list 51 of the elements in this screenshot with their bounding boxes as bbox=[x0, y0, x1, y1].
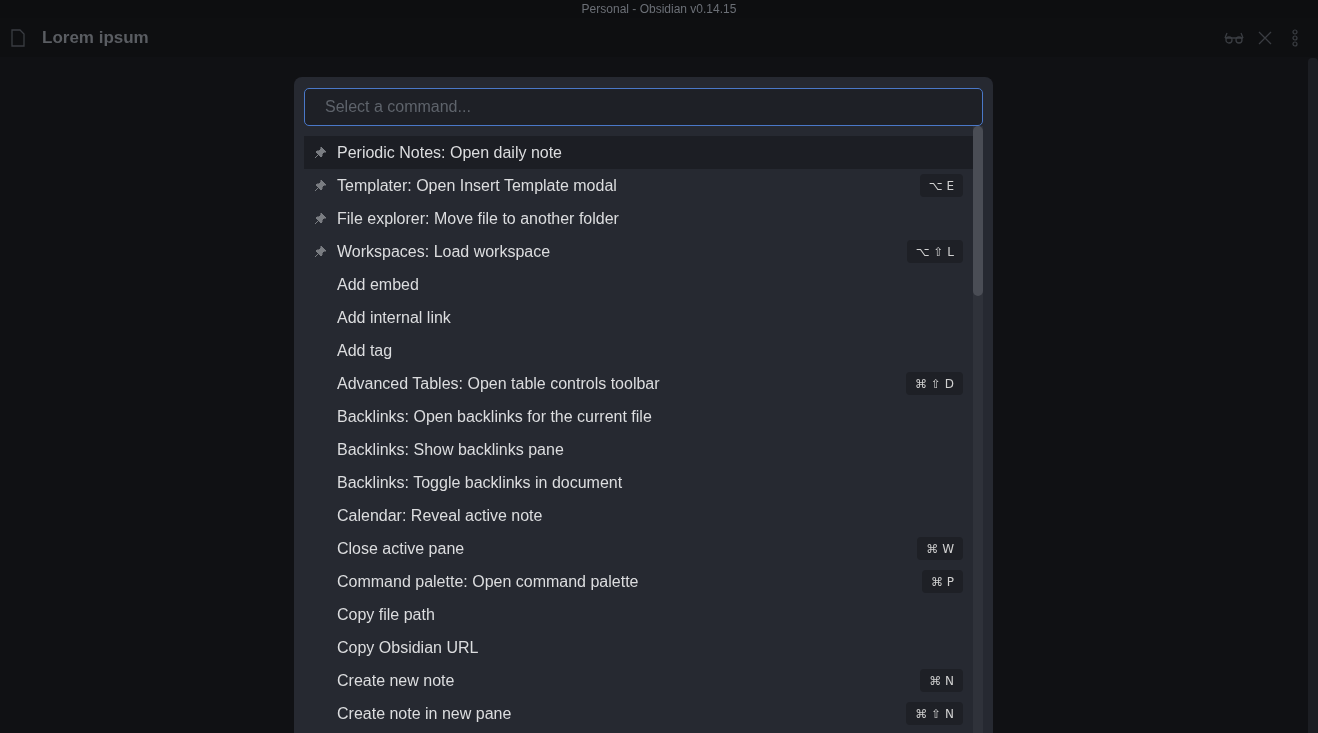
command-item[interactable]: Close active pane ⌘ W bbox=[304, 532, 973, 565]
file-icon bbox=[10, 28, 26, 47]
command-label: Backlinks: Open backlinks for the current file bbox=[337, 406, 653, 427]
command-item[interactable]: Calendar: Reveal active note bbox=[304, 499, 973, 532]
command-label: Copy file path bbox=[337, 604, 436, 625]
command-label: Backlinks: Show backlinks pane bbox=[337, 439, 565, 460]
command-item[interactable]: File explorer: Move file to another folder bbox=[304, 202, 973, 235]
hotkey: ⌥ E bbox=[919, 174, 963, 197]
command-label: Workspaces: Load workspace bbox=[337, 241, 552, 262]
command-item[interactable]: Command palette: Open command palette ⌘ P bbox=[304, 565, 973, 598]
window-title: Personal - Obsidian v0.14.15 bbox=[581, 3, 737, 15]
hotkey: ⌘ P bbox=[921, 570, 963, 593]
command-label: Add internal link bbox=[337, 307, 452, 328]
reading-glasses-icon[interactable] bbox=[1224, 31, 1244, 44]
close-icon[interactable] bbox=[1258, 30, 1272, 45]
command-item[interactable]: Add internal link bbox=[304, 301, 973, 334]
command-label: Create new note bbox=[337, 670, 456, 691]
command-item[interactable]: Backlinks: Open backlinks for the current file bbox=[304, 400, 973, 433]
hotkey: ⌘ ⇧ N bbox=[906, 702, 963, 725]
command-label: Create note in new pane bbox=[337, 703, 513, 724]
command-item[interactable]: Templater: Open Insert Template modal ⌥ E bbox=[304, 169, 973, 202]
command-label: Calendar: Reveal active note bbox=[337, 505, 544, 526]
command-item[interactable]: Backlinks: Toggle backlinks in document bbox=[304, 466, 973, 499]
command-label: Add embed bbox=[337, 274, 420, 295]
command-label: File explorer: Move file to another folder bbox=[337, 208, 620, 229]
command-label: Backlinks: Toggle backlinks in document bbox=[337, 472, 624, 493]
command-label: Command palette: Open command palette bbox=[337, 571, 640, 592]
command-item[interactable]: Create new note ⌘ N bbox=[304, 664, 973, 697]
command-item[interactable]: Create note in new pane ⌘ ⇧ N bbox=[304, 697, 973, 730]
command-item[interactable]: Workspaces: Load workspace ⌥ ⇧ L bbox=[304, 235, 973, 268]
command-label: Add tag bbox=[337, 340, 394, 361]
command-label: Templater: Open Insert Template modal bbox=[337, 175, 618, 196]
command-item[interactable]: Advanced Tables: Open table controls toolbar ⌘ ⇧ D bbox=[304, 367, 973, 400]
command-search-field[interactable]: Select a command... bbox=[304, 88, 983, 126]
command-item[interactable]: Copy Obsidian URL bbox=[304, 631, 973, 664]
command-item[interactable]: Copy file path bbox=[304, 598, 973, 631]
more-options-icon[interactable] bbox=[1292, 28, 1298, 47]
command-item[interactable]: Backlinks: Show backlinks pane bbox=[304, 433, 973, 466]
command-label: Advanced Tables: Open table controls toolbar bbox=[337, 373, 661, 394]
hotkey: ⌘ W bbox=[917, 537, 963, 560]
command-label: Copy Obsidian URL bbox=[337, 637, 480, 658]
command-label: Close active pane bbox=[337, 538, 466, 559]
scrollbar[interactable] bbox=[973, 126, 983, 733]
command-item[interactable]: Periodic Notes: Open daily note bbox=[304, 136, 973, 169]
command-label: Periodic Notes: Open daily note bbox=[337, 142, 563, 163]
command-item[interactable]: Add embed bbox=[304, 268, 973, 301]
hotkey: ⌘ ⇧ D bbox=[906, 372, 963, 395]
hotkey: ⌥ ⇧ L bbox=[906, 240, 963, 263]
command-item[interactable]: Add tag bbox=[304, 334, 973, 367]
hotkey: ⌘ N bbox=[920, 669, 963, 692]
note-title: Lorem ipsum bbox=[42, 26, 149, 49]
